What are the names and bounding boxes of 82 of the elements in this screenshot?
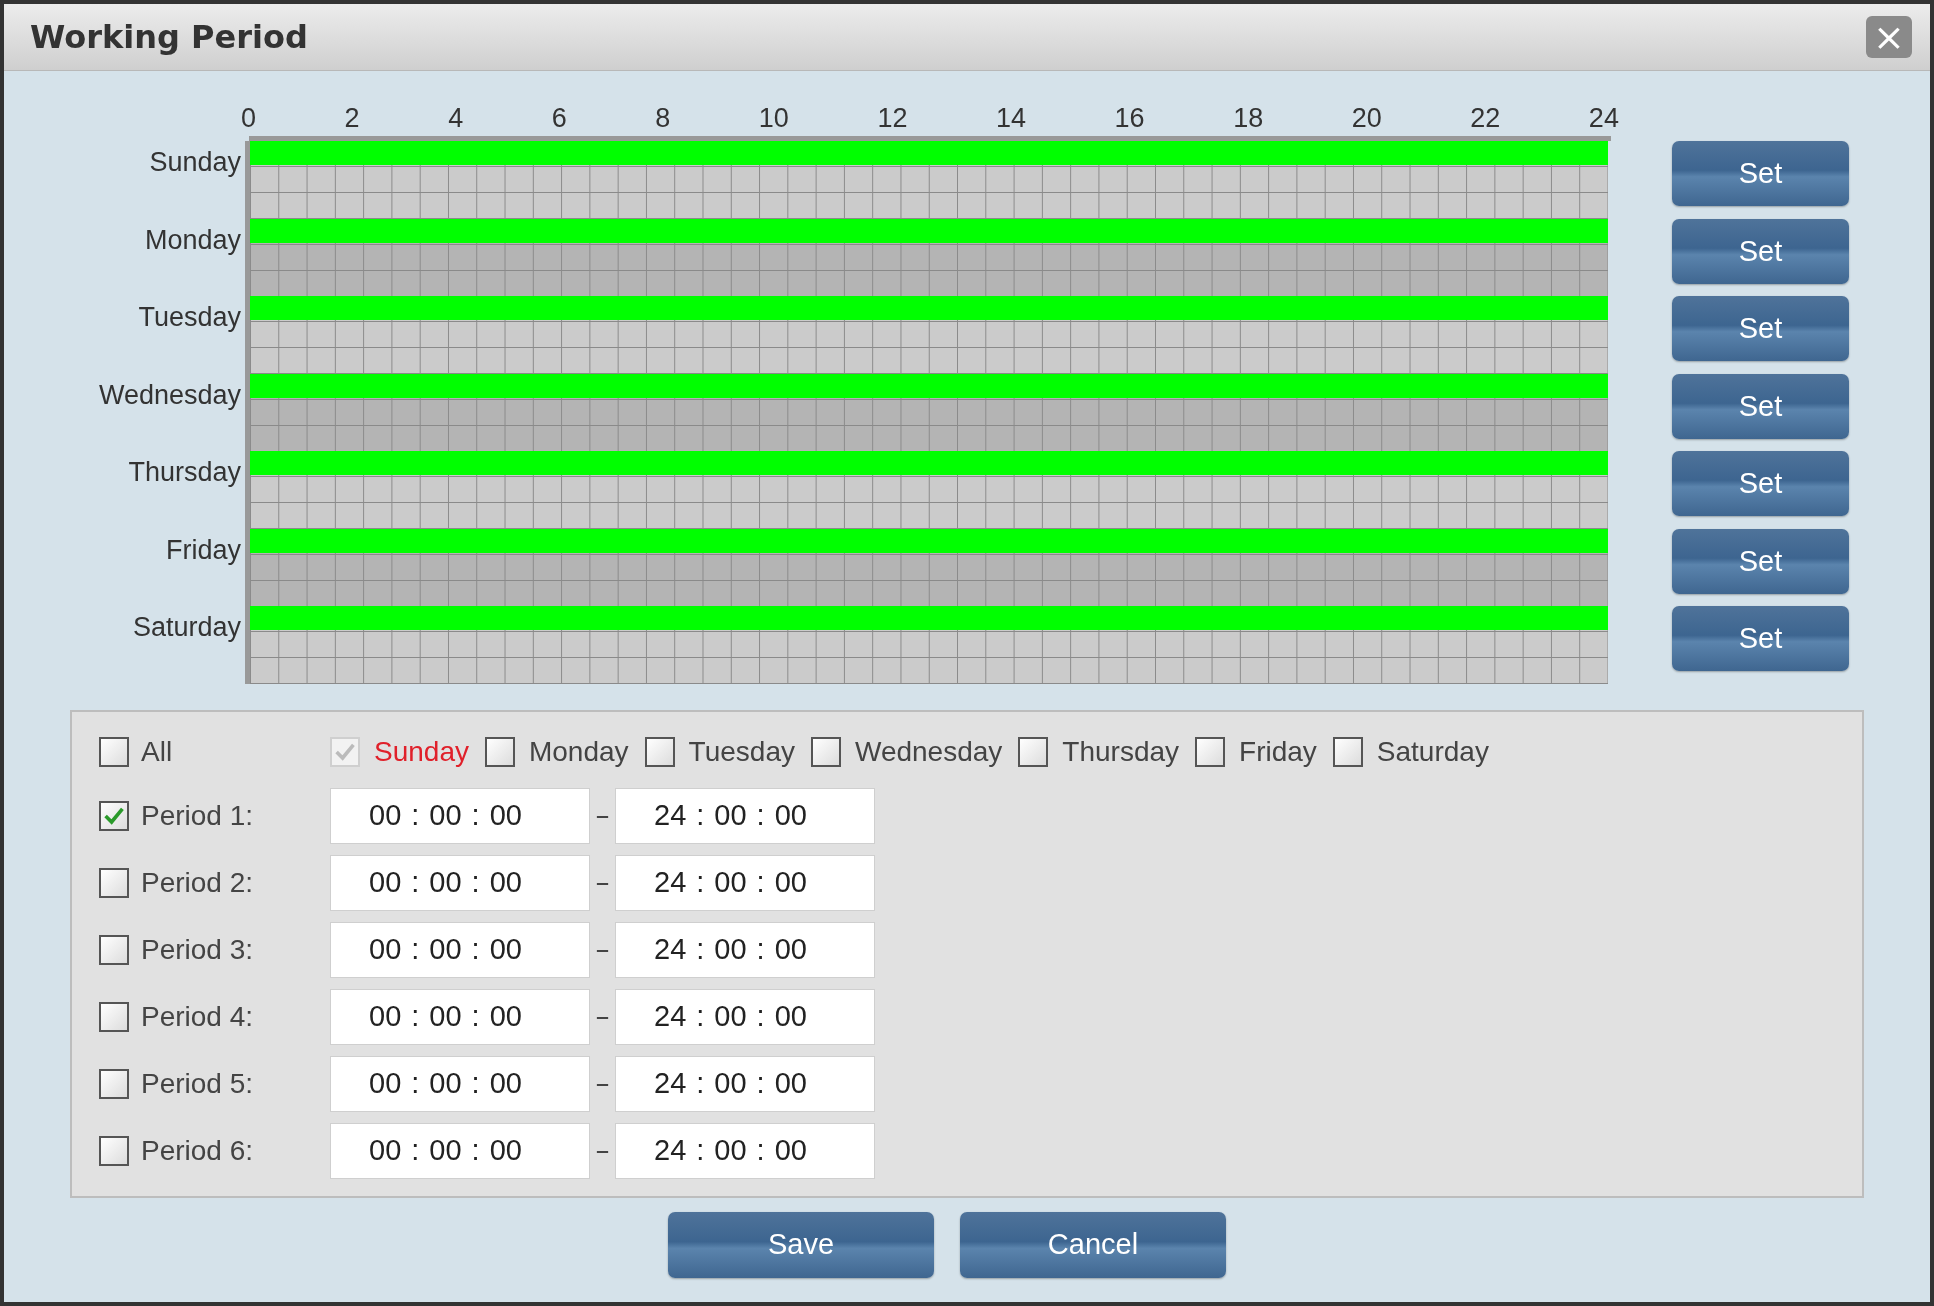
hour-label: 14 (995, 103, 1026, 134)
checkbox-label: Saturday (1376, 735, 1489, 768)
time-field[interactable]: 00 : 00 : 00 (330, 921, 590, 978)
checkbox-label: Thursday (1062, 735, 1180, 768)
checkbox-label: Wednesday (854, 735, 1003, 768)
hour-label: 8 (655, 103, 671, 134)
range-dash: – (594, 1000, 611, 1033)
checkbox[interactable] (99, 867, 129, 898)
time-field[interactable]: 00 : 00 : 00 (330, 1055, 590, 1112)
checkbox-label: Tuesday (688, 735, 795, 768)
hour-label: 4 (448, 103, 464, 134)
set-button[interactable]: Set (1672, 528, 1849, 594)
time-field[interactable]: 24 : 00 : 00 (615, 854, 875, 911)
schedule-track[interactable] (245, 141, 1608, 219)
checkbox-label: All (141, 735, 173, 768)
time-field[interactable]: 24 : 00 : 00 (615, 787, 875, 844)
time-field[interactable]: 24 : 00 : 00 (615, 921, 875, 978)
hour-label: 0 (241, 103, 257, 134)
day-label: Saturday (132, 612, 241, 643)
hour-label: 6 (551, 103, 567, 134)
checkbox-label: Period 2: (141, 866, 254, 899)
hour-label: 22 (1470, 103, 1501, 134)
day-label: Friday (166, 534, 241, 566)
time-field[interactable]: 24 : 00 : 00 (615, 1122, 875, 1179)
range-dash: – (594, 799, 611, 832)
checkbox[interactable] (99, 1135, 129, 1166)
time-field[interactable]: 00 : 00 : 00 (330, 1122, 590, 1179)
day-label: Thursday (128, 457, 241, 488)
save-button[interactable]: Save (668, 1211, 934, 1278)
checkbox[interactable] (644, 736, 675, 767)
checkbox-label: Monday (528, 735, 629, 768)
checkbox-label: Period 3: (141, 933, 254, 966)
hour-label: 16 (1114, 103, 1145, 134)
day-label: Wednesday (98, 379, 241, 411)
hour-label: 10 (758, 103, 789, 134)
checkbox[interactable] (1018, 736, 1049, 767)
set-button[interactable]: Set (1672, 606, 1849, 671)
set-button[interactable]: Set (1672, 451, 1849, 516)
day-label: Monday (144, 224, 241, 256)
range-dash: – (594, 1067, 611, 1100)
schedule-track[interactable] (245, 218, 1608, 296)
time-field[interactable]: 00 : 00 : 00 (330, 854, 590, 911)
checkbox[interactable] (99, 736, 129, 767)
time-field[interactable]: 00 : 00 : 00 (330, 787, 590, 844)
checkbox[interactable] (99, 1001, 129, 1032)
hour-label: 18 (1233, 103, 1264, 134)
window-title: Working Period (30, 18, 308, 56)
checkbox-label: Friday (1239, 735, 1317, 768)
checkbox-label: Period 1: (141, 799, 254, 832)
day-label: Tuesday (138, 302, 241, 333)
checkbox[interactable] (484, 736, 515, 767)
time-field[interactable]: 24 : 00 : 00 (615, 1055, 875, 1112)
checkbox[interactable] (1332, 736, 1363, 767)
hour-label: 12 (877, 103, 908, 134)
checkbox-label: Period 6: (141, 1134, 254, 1167)
day-label: Sunday (149, 147, 241, 178)
schedule-track[interactable] (245, 606, 1608, 684)
schedule-track[interactable] (245, 528, 1608, 606)
checkbox[interactable] (99, 1068, 129, 1099)
schedule-track[interactable] (245, 451, 1608, 529)
checkbox-label: Period 4: (141, 1000, 254, 1033)
hour-label: 20 (1351, 103, 1382, 134)
checkbox-label: Period 5: (141, 1067, 254, 1100)
checkbox[interactable] (810, 736, 841, 767)
time-field[interactable]: 00 : 00 : 00 (330, 988, 590, 1045)
checkbox-label: Sunday (374, 735, 469, 768)
time-field[interactable]: 24 : 00 : 00 (615, 988, 875, 1045)
hour-label: 2 (344, 103, 360, 134)
set-button[interactable]: Set (1672, 218, 1849, 284)
hour-label: 24 (1588, 103, 1619, 134)
schedule-track[interactable] (245, 296, 1608, 374)
checkbox[interactable] (99, 800, 129, 831)
set-button[interactable]: Set (1672, 373, 1849, 439)
checkbox[interactable] (99, 934, 129, 965)
range-dash: – (594, 933, 611, 966)
range-dash: – (594, 1134, 611, 1167)
range-dash: – (594, 866, 611, 899)
cancel-button[interactable]: Cancel (960, 1211, 1226, 1278)
set-button[interactable]: Set (1672, 296, 1849, 361)
set-button[interactable]: Set (1672, 141, 1849, 206)
checkbox[interactable] (1195, 736, 1226, 767)
schedule-track[interactable] (245, 373, 1608, 451)
